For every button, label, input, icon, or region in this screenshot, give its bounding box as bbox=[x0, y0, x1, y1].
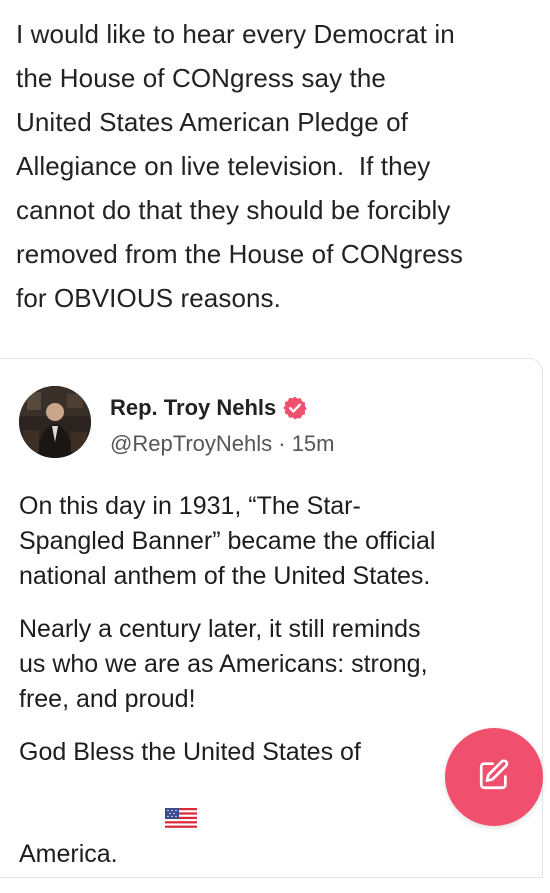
pencil-icon bbox=[477, 758, 511, 797]
post-time[interactable]: 15m bbox=[292, 431, 335, 456]
body-paragraph-1: On this day in 1931, “The Star- Spangled… bbox=[19, 492, 436, 590]
us-flag-icon bbox=[124, 770, 198, 875]
author-name[interactable]: Rep. Troy Nehls bbox=[110, 395, 276, 421]
body-paragraph-3: God Bless the United States of America. bbox=[19, 735, 519, 875]
avatar-image bbox=[19, 386, 91, 458]
quoted-post-body: On this day in 1931, “The Star- Spangled… bbox=[19, 489, 519, 893]
author-row: Rep. Troy Nehls bbox=[110, 395, 308, 421]
meta-separator: · bbox=[272, 431, 292, 456]
compose-button[interactable] bbox=[445, 728, 543, 826]
body-paragraph-2: Nearly a century later, it still reminds… bbox=[19, 615, 428, 713]
author-handle[interactable]: @RepTroyNehls bbox=[110, 431, 272, 456]
post-meta: @RepTroyNehls · 15m bbox=[110, 431, 334, 457]
avatar[interactable] bbox=[19, 386, 91, 458]
verified-badge-icon bbox=[282, 395, 308, 421]
post-text: I would like to hear every Democrat in t… bbox=[16, 19, 464, 313]
